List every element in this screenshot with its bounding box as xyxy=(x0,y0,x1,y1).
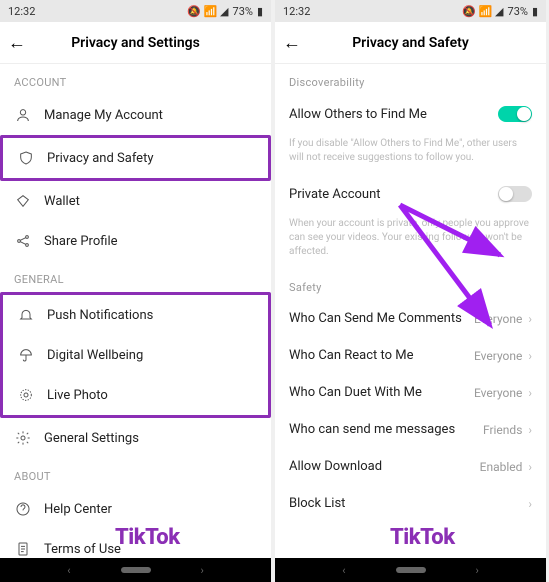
help-private: When your account is private, only peopl… xyxy=(275,213,546,269)
status-time: 12:32 xyxy=(283,5,310,18)
item-download[interactable]: Allow Download Enabled › xyxy=(275,448,546,485)
chevron-right-icon: › xyxy=(528,386,532,400)
item-messages[interactable]: Who can send me messages Friends › xyxy=(275,411,546,448)
nav-home[interactable] xyxy=(121,567,151,573)
item-comments[interactable]: Who Can Send Me Comments Everyone › xyxy=(275,300,546,337)
nav-home[interactable] xyxy=(396,567,426,573)
android-nav: ‹ › xyxy=(275,558,546,582)
section-about-label: ABOUT xyxy=(0,458,271,489)
status-bar: 12:32 🔕 📶 ◢ 73% ▮ xyxy=(0,0,271,22)
back-icon[interactable]: ← xyxy=(8,32,26,53)
help-icon xyxy=(14,500,32,518)
section-general-label: GENERAL xyxy=(0,261,271,292)
android-nav: ‹ › xyxy=(0,558,271,582)
chevron-right-icon: › xyxy=(528,497,532,511)
left-phone: 12:32 🔕 📶 ◢ 73% ▮ ← Privacy and Settings… xyxy=(0,0,271,582)
item-privacy-safety[interactable]: Privacy and Safety xyxy=(3,138,268,178)
status-icons: 🔕 📶 ◢ 73% ▮ xyxy=(187,5,263,18)
header: ← Privacy and Settings xyxy=(0,22,271,64)
watermark: TikTok xyxy=(115,525,180,550)
item-live-photo[interactable]: Live Photo xyxy=(3,375,268,415)
user-icon xyxy=(14,106,32,124)
nav-back[interactable]: ‹ xyxy=(342,564,345,577)
section-account-label: ACCOUNT xyxy=(0,64,271,95)
chevron-right-icon: › xyxy=(528,349,532,363)
item-react[interactable]: Who Can React to Me Everyone › xyxy=(275,337,546,374)
umbrella-icon xyxy=(17,346,35,364)
item-help-center[interactable]: Help Center xyxy=(0,489,271,529)
bell-icon xyxy=(17,306,35,324)
section-safety: Safety xyxy=(275,269,546,300)
item-digital-wellbeing[interactable]: Digital Wellbeing xyxy=(3,335,268,375)
item-blocklist[interactable]: Block List › xyxy=(275,485,546,522)
settings-list[interactable]: ACCOUNT Manage My Account Privacy and Sa… xyxy=(0,64,271,558)
item-wallet[interactable]: Wallet xyxy=(0,181,271,221)
privacy-content[interactable]: Discoverability Allow Others to Find Me … xyxy=(275,64,546,558)
page-title: Privacy and Safety xyxy=(352,35,469,51)
item-general-settings[interactable]: General Settings xyxy=(0,418,271,458)
item-duet[interactable]: Who Can Duet With Me Everyone › xyxy=(275,374,546,411)
live-photo-icon xyxy=(17,386,35,404)
nav-recent[interactable]: › xyxy=(201,564,204,577)
chevron-right-icon: › xyxy=(528,312,532,326)
shield-icon xyxy=(17,149,35,167)
document-icon xyxy=(14,540,32,558)
chevron-right-icon: › xyxy=(528,460,532,474)
highlight-general: Push Notifications Digital Wellbeing Liv… xyxy=(0,292,271,418)
nav-back[interactable]: ‹ xyxy=(67,564,70,577)
highlight-privacy: Privacy and Safety xyxy=(0,135,271,181)
item-push-notifications[interactable]: Push Notifications xyxy=(3,295,268,335)
toggle-private[interactable] xyxy=(498,186,532,202)
chevron-right-icon: › xyxy=(528,423,532,437)
section-discoverability: Discoverability xyxy=(275,64,546,95)
item-private-account[interactable]: Private Account xyxy=(275,175,546,213)
item-share-profile[interactable]: Share Profile xyxy=(0,221,271,261)
help-allow-find: If you disable "Allow Others to Find Me"… xyxy=(275,133,546,175)
back-icon[interactable]: ← xyxy=(283,32,301,53)
gear-icon xyxy=(14,429,32,447)
wallet-icon xyxy=(14,192,32,210)
status-time: 12:32 xyxy=(8,5,35,18)
toggle-allow-find[interactable] xyxy=(498,106,532,122)
right-phone: 12:32 🔕 📶 ◢ 73% ▮ ← Privacy and Safety D… xyxy=(275,0,546,582)
page-title: Privacy and Settings xyxy=(71,35,200,51)
status-icons: 🔕 📶 ◢ 73% ▮ xyxy=(462,5,538,18)
status-bar: 12:32 🔕 📶 ◢ 73% ▮ xyxy=(275,0,546,22)
item-manage-account[interactable]: Manage My Account xyxy=(0,95,271,135)
nav-recent[interactable]: › xyxy=(476,564,479,577)
share-icon xyxy=(14,232,32,250)
header: ← Privacy and Safety xyxy=(275,22,546,64)
watermark: TikTok xyxy=(390,525,455,550)
item-allow-find[interactable]: Allow Others to Find Me xyxy=(275,95,546,133)
